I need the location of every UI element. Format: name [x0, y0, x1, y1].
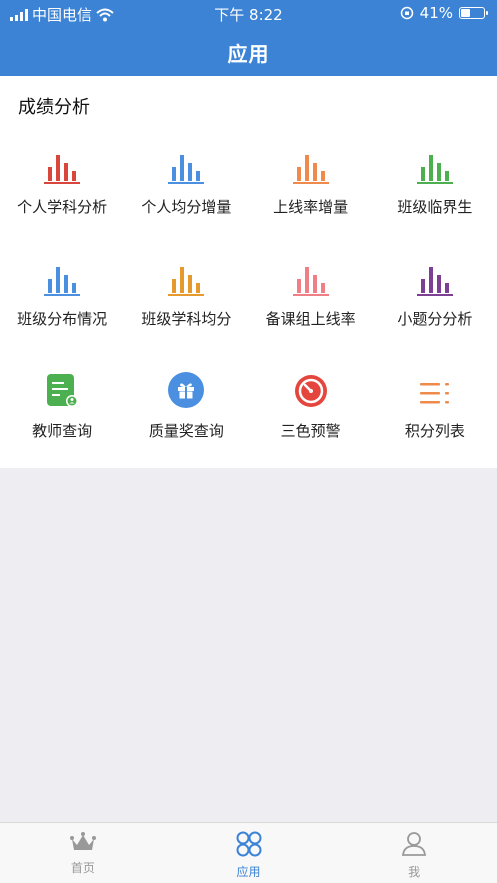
tab-label: 应用	[236, 865, 261, 879]
bar-chart-icon	[416, 140, 453, 184]
app-item-label: 上线率增量	[273, 198, 349, 216]
bar-chart-icon	[168, 140, 205, 184]
app-item-label: 积分列表	[404, 422, 465, 440]
app-item[interactable]: 质量奖查询	[124, 364, 248, 476]
app-item-label: 班级分布情况	[17, 310, 108, 328]
battery-percent: 41%	[419, 4, 453, 22]
app-item-label: 备课组上线率	[265, 310, 356, 328]
user-icon	[401, 831, 427, 861]
tab-label: 我	[408, 865, 421, 879]
bar-chart-icon	[168, 252, 205, 296]
app-item[interactable]: 教师查询	[0, 364, 124, 476]
apps-row: 个人学科分析 个人均分增量 上线率增量 班级临界生	[0, 140, 497, 252]
battery-icon	[459, 7, 488, 19]
app-item[interactable]: 备课组上线率	[249, 252, 373, 364]
bar-chart-icon	[292, 252, 329, 296]
app-item-label: 个人学科分析	[17, 198, 108, 216]
tab-apps[interactable]: 应用	[166, 823, 332, 883]
page-title: 应用	[227, 42, 270, 66]
app-item-label: 班级临界生	[397, 198, 473, 216]
tab-label: 首页	[70, 861, 95, 875]
app-item-label: 班级学科均分	[141, 310, 232, 328]
tab-me[interactable]: 我	[331, 823, 497, 883]
app-item[interactable]: 班级学科均分	[124, 252, 248, 364]
app-item[interactable]: 个人学科分析	[0, 140, 124, 252]
app-item[interactable]: 个人均分增量	[124, 140, 248, 252]
app-header: 中国电信 下午 8:22 41% 应用	[0, 0, 497, 76]
app-item-label: 三色预警	[280, 422, 341, 440]
app-item[interactable]: 班级临界生	[373, 140, 497, 252]
apps-panel: 成绩分析 个人学科分析 个人均分增量 上线率增量 班级临界生班级分布情况 班级学科均分 备…	[0, 76, 497, 468]
tab-bar: 首页 应用 我	[0, 822, 497, 883]
rotation-lock-icon	[400, 6, 413, 20]
apps-row: 教师查询 质量奖查询 三色预警 积分列表	[0, 364, 497, 476]
timer-icon	[293, 364, 329, 408]
app-item[interactable]: 三色预警	[249, 364, 373, 476]
app-item-label: 个人均分增量	[141, 198, 232, 216]
apps-grid: 个人学科分析 个人均分增量 上线率增量 班级临界生班级分布情况 班级学科均分 备课组上线率…	[0, 140, 497, 476]
app-item[interactable]: 班级分布情况	[0, 252, 124, 364]
bar-chart-icon	[44, 252, 81, 296]
bar-chart-icon	[416, 252, 453, 296]
bar-chart-icon	[292, 140, 329, 184]
tab-home[interactable]: 首页	[0, 823, 166, 883]
app-item[interactable]: 小题分分析	[373, 252, 497, 364]
app-item-label: 小题分分析	[397, 310, 473, 328]
apps-row: 班级分布情况 班级学科均分 备课组上线率 小题分分析	[0, 252, 497, 364]
gift-icon	[168, 364, 205, 408]
app-item[interactable]: 上线率增量	[249, 140, 373, 252]
apps-icon	[235, 831, 263, 861]
bar-chart-icon	[44, 140, 81, 184]
app-item-label: 教师查询	[32, 422, 93, 440]
teacher-card-icon	[45, 364, 79, 408]
section-title: 成绩分析	[18, 97, 90, 118]
app-item-label: 质量奖查询	[148, 422, 224, 440]
app-item[interactable]: 积分列表	[373, 364, 497, 476]
list-icon	[418, 364, 452, 408]
crown-icon	[69, 831, 97, 857]
status-bar: 中国电信 下午 8:22 41%	[0, 0, 497, 26]
